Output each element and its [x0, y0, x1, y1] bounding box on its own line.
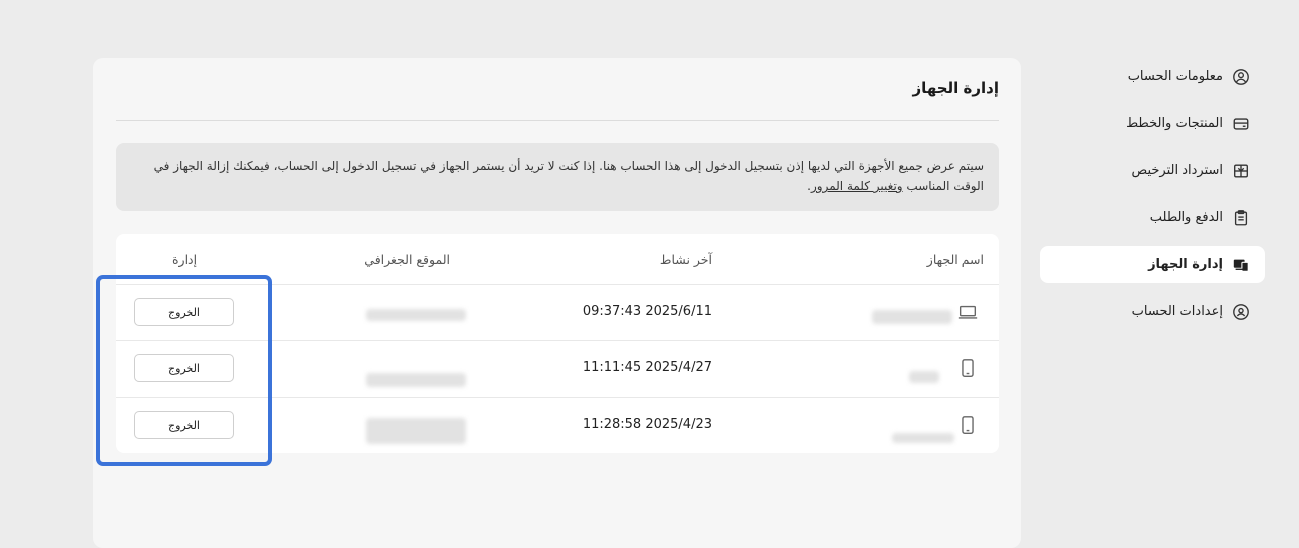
device-table: اسم الجهاز آخر نشاط الموقع الجغرافي إدار…	[116, 234, 999, 453]
sidebar-item-device-management[interactable]: إدارة الجهاز	[1040, 246, 1265, 283]
sidebar-item-label: إعدادات الحساب	[1131, 304, 1223, 319]
header-device-name: اسم الجهاز	[926, 252, 984, 267]
card-icon	[1232, 115, 1250, 133]
last-active-time: 11:11:45 2025/4/27	[582, 360, 712, 375]
sidebar-item-label: معلومات الحساب	[1127, 69, 1223, 84]
sidebar-item-products[interactable]: المنتجات والخطط	[1040, 105, 1265, 142]
logout-button[interactable]: الخروج	[134, 411, 234, 439]
last-active-time: 09:37:43 2025/6/11	[582, 304, 712, 319]
sidebar-item-label: الدفع والطلب	[1149, 210, 1223, 225]
header-location: الموقع الجغرافي	[364, 252, 450, 267]
table-row: 09:37:43 2025/6/11 الخروج	[116, 284, 999, 341]
logout-button[interactable]: الخروج	[134, 354, 234, 382]
sidebar-item-label: إدارة الجهاز	[1148, 257, 1223, 272]
table-row: 11:28:58 2025/4/23 الخروج	[116, 397, 999, 453]
sidebar-item-account-settings[interactable]: إعدادات الحساب	[1040, 293, 1265, 330]
gift-icon	[1232, 162, 1250, 180]
sidebar-item-label: المنتجات والخطط	[1126, 116, 1223, 131]
logout-button[interactable]: الخروج	[134, 298, 234, 326]
page-title: إدارة الجهاز	[912, 79, 999, 97]
redacted-location	[366, 309, 466, 321]
redacted-location	[366, 418, 466, 444]
divider	[116, 120, 999, 121]
phone-icon	[957, 357, 979, 379]
redacted-device-name	[909, 371, 939, 383]
table-row: 11:11:45 2025/4/27 الخروج	[116, 340, 999, 397]
header-last-active: آخر نشاط	[659, 252, 712, 267]
user-circle-icon	[1232, 68, 1250, 86]
main-panel: إدارة الجهاز سيتم عرض جميع الأجهزة التي …	[93, 58, 1021, 548]
redacted-location	[366, 373, 466, 387]
phone-icon	[957, 414, 979, 436]
user-shield-icon	[1232, 303, 1250, 321]
last-active-time: 11:28:58 2025/4/23	[582, 417, 712, 432]
redacted-device-name	[892, 433, 954, 443]
sidebar-item-label: استرداد الترخيص	[1131, 163, 1223, 178]
sidebar-item-redeem-license[interactable]: استرداد الترخيص	[1040, 152, 1265, 189]
sidebar-item-payment[interactable]: الدفع والطلب	[1040, 199, 1265, 236]
sidebar: معلومات الحساب المنتجات والخطط استرداد ا…	[1040, 58, 1265, 340]
devices-icon	[1232, 256, 1250, 274]
change-password-link[interactable]: وتغيير كلمة المرور	[811, 179, 903, 193]
notice-box: سيتم عرض جميع الأجهزة التي لديها إذن بتس…	[116, 143, 999, 211]
header-manage: إدارة	[172, 252, 198, 267]
sidebar-item-account-info[interactable]: معلومات الحساب	[1040, 58, 1265, 95]
document-icon	[1232, 209, 1250, 227]
laptop-icon	[957, 301, 979, 323]
redacted-device-name	[872, 310, 952, 324]
